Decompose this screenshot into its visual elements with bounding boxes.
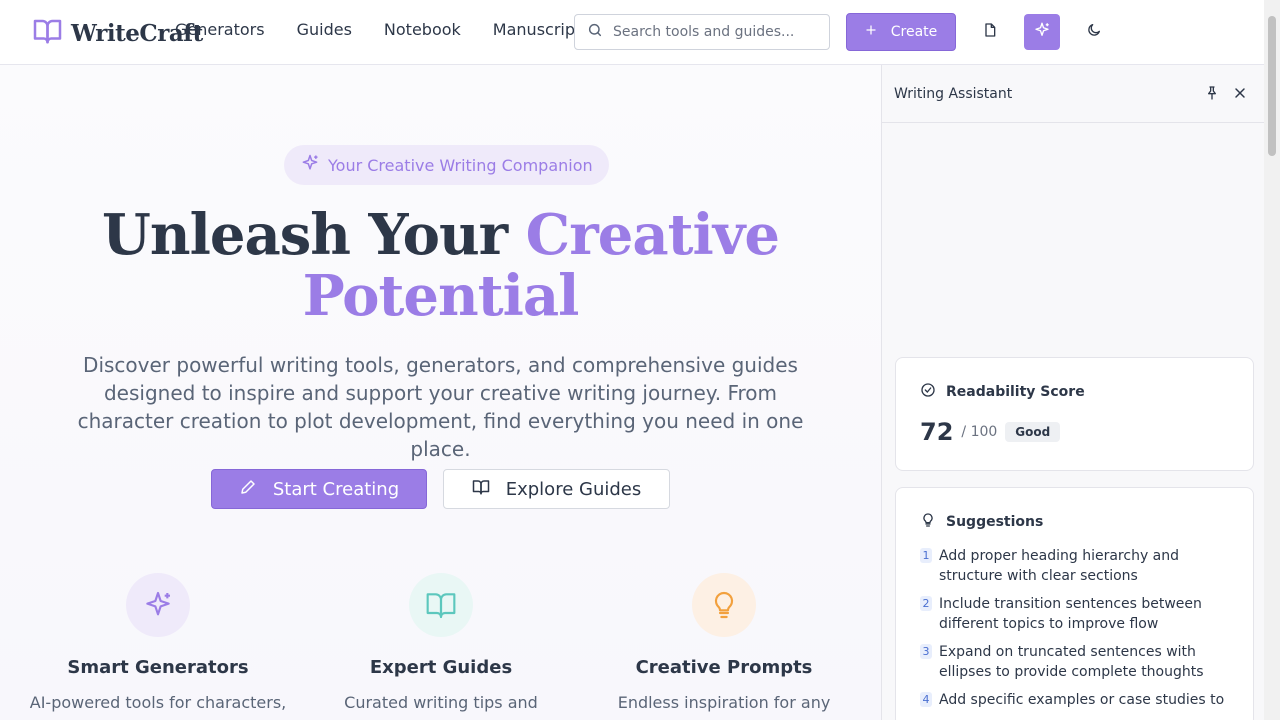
list-item: 1 Add proper heading hierarchy and struc… [920,546,1229,586]
tagline-text: Your Creative Writing Companion [328,155,593,175]
moon-icon [1086,22,1102,42]
feature-expert-guides: Expert Guides Curated writing tips and [311,573,571,714]
score-row: 72 / 100 Good [920,418,1229,446]
pencil-icon [239,478,257,501]
readability-heading: Readability Score [920,382,1229,402]
suggestion-text: Add proper heading hierarchy and structu… [939,548,1180,584]
feature-creative-prompts: Creative Prompts Endless inspiration for… [594,573,854,720]
theme-toggle-button[interactable] [1076,14,1112,50]
check-circle-icon [920,382,936,402]
sparkles-icon [300,153,320,177]
feature-smart-generators: Smart Generators AI-powered tools for ch… [28,573,288,714]
status-badge: Good [1005,422,1061,442]
ai-assistant-button[interactable] [1024,14,1060,50]
feature-description: Endless inspiration for any genre [617,693,831,720]
main-nav: Generators Guides Notebook Manuscripts [175,20,622,39]
hero-title-plain: Unleash Your [102,202,526,268]
panel-header: Writing Assistant [882,65,1264,123]
hero-title-accent: Creative [525,202,780,268]
suggestion-text: Include transition sentences between dif… [939,596,1202,632]
panel-title: Writing Assistant [894,85,1013,102]
pin-icon[interactable] [1204,85,1220,105]
writing-assistant-panel: Writing Assistant Readability Score 72 /… [881,65,1264,720]
sparkles-icon [126,573,190,637]
list-item: 4 Add specific examples or case studies … [920,690,1229,710]
readability-max: / 100 [961,424,998,440]
suggestion-number: 2 [920,596,932,611]
list-item: 3 Expand on truncated sentences with ell… [920,642,1229,682]
hero-subtitle: Discover powerful writing tools, generat… [77,353,804,461]
suggestion-number: 4 [920,692,932,707]
start-creating-label: Start Creating [272,478,400,500]
scrollbar-thumb[interactable] [1268,16,1276,156]
suggestion-number: 1 [920,548,932,563]
hero-title: Unleash Your Creative Potential [0,205,881,327]
sparkles-icon [1033,21,1051,43]
lightbulb-icon [692,573,756,637]
readability-title: Readability Score [946,384,1085,400]
feature-description: Curated writing tips and [344,693,538,712]
create-button[interactable]: Create [846,13,956,51]
page-scrollbar[interactable] [1264,0,1280,720]
plus-icon [865,24,877,40]
file-icon [982,22,998,42]
suggestion-text: Add specific examples or case studies to [939,692,1225,708]
lightbulb-icon [920,512,936,532]
feature-title: Creative Prompts [635,657,813,678]
search-input[interactable] [613,24,813,40]
top-header: WriteCraft Generators Guides Notebook Ma… [0,0,1264,65]
search-box [574,14,830,50]
nav-guides[interactable]: Guides [297,20,352,39]
close-icon[interactable] [1232,85,1248,105]
suggestions-title: Suggestions [946,514,1044,530]
nav-notebook[interactable]: Notebook [384,20,461,39]
feature-title: Expert Guides [369,657,513,678]
suggestions-heading: Suggestions [920,512,1229,532]
search-icon [587,22,603,42]
start-creating-button[interactable]: Start Creating [211,469,427,509]
create-button-label: Create [890,24,938,40]
readability-score: 72 [920,418,954,446]
readability-card: Readability Score 72 / 100 Good [895,357,1254,471]
list-item: 2 Include transition sentences between d… [920,594,1229,634]
suggestions-list: 1 Add proper heading hierarchy and struc… [920,546,1229,710]
hero-title-accent-2: Potential [302,263,580,329]
explore-guides-label: Explore Guides [505,478,642,500]
feature-description: AI-powered tools for characters, [29,693,287,712]
suggestions-card: Suggestions 1 Add proper heading hierarc… [895,487,1254,720]
document-button[interactable] [972,14,1008,50]
hero-section: Your Creative Writing Companion Unleash … [0,65,881,720]
tagline-pill: Your Creative Writing Companion [284,145,609,185]
explore-guides-button[interactable]: Explore Guides [443,469,670,509]
suggestion-text: Expand on truncated sentences with ellip… [939,644,1204,680]
feature-title: Smart Generators [67,657,249,678]
suggestion-number: 3 [920,644,932,659]
nav-generators[interactable]: Generators [175,20,265,39]
book-open-icon [472,478,490,501]
book-open-icon [409,573,473,637]
book-open-icon [32,16,63,50]
